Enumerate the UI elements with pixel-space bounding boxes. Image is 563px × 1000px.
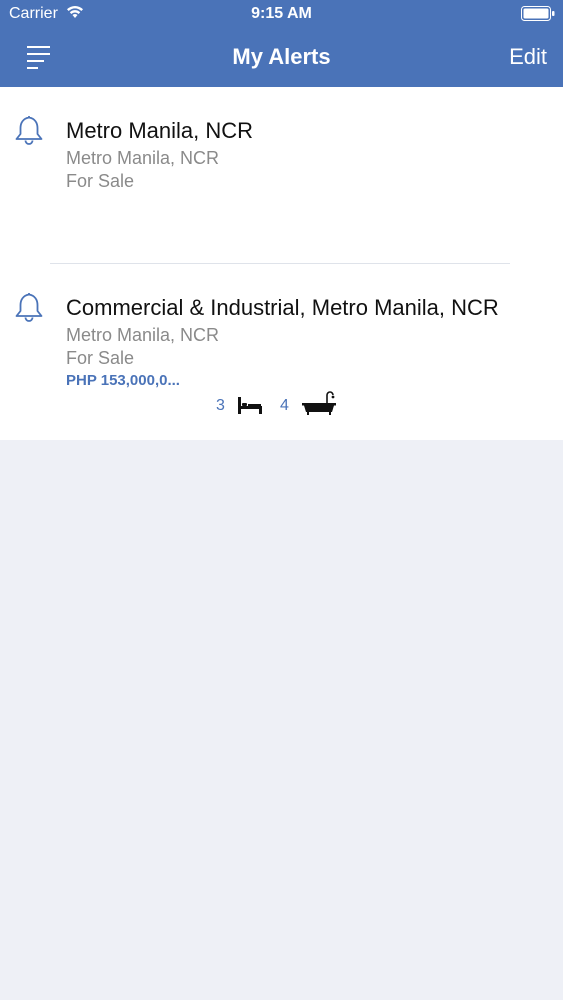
bed-icon [237, 395, 263, 420]
alert-title: Metro Manila, NCR [66, 118, 254, 143]
list-item[interactable]: Commercial & Industrial, Metro Manila, N… [0, 264, 563, 440]
alert-listing-type: For Sale [66, 171, 135, 191]
nav-bar: My Alerts Edit [0, 28, 563, 87]
alert-location: Metro Manila, NCR [66, 148, 220, 168]
alert-listing-type: For Sale [66, 348, 135, 368]
bell-icon [14, 291, 44, 323]
bell-icon [14, 114, 44, 146]
alerts-list: Metro Manila, NCR Metro Manila, NCR For … [0, 87, 563, 440]
alert-title: Commercial & Industrial, Metro Manila, N… [66, 295, 499, 320]
alert-location: Metro Manila, NCR [66, 325, 220, 345]
status-bar: Carrier 9:15 AM [0, 0, 563, 28]
alert-features: 3 4 [216, 391, 346, 420]
list-item[interactable]: Metro Manila, NCR Metro Manila, NCR For … [0, 87, 563, 264]
edit-button[interactable]: Edit [509, 44, 547, 70]
bedroom-count: 3 [216, 397, 225, 414]
page-title: My Alerts [232, 44, 331, 69]
bathtub-icon [301, 391, 337, 422]
clock: 9:15 AM [251, 5, 312, 22]
bathroom-count: 4 [280, 397, 289, 414]
alert-price: PHP 153,000,0... [66, 372, 180, 389]
battery-icon [521, 6, 555, 26]
